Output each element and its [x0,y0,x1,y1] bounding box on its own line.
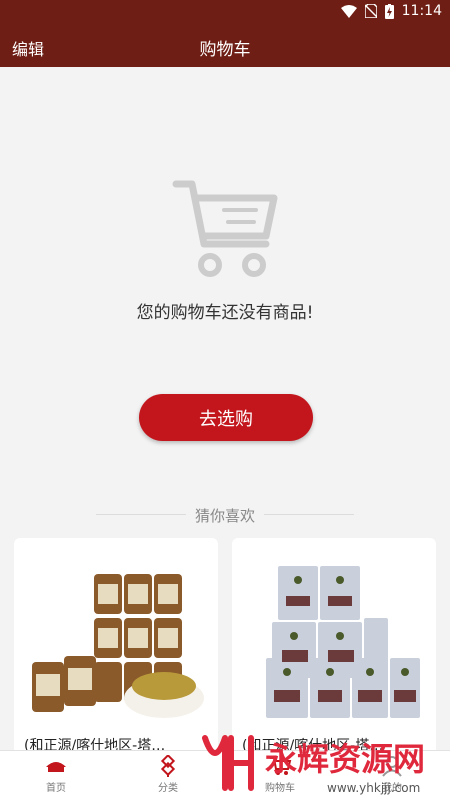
recommend-heading: 猜你喜欢 [0,505,450,525]
category-knot-icon [160,755,176,777]
status-bar: 11:14 [0,0,450,25]
empty-cart-icon [172,180,278,277]
home-icon [46,762,66,772]
wifi-icon [340,4,357,18]
battery-charging-icon [384,3,394,19]
watermark-url: www.yhkjjj.com [327,781,420,795]
no-sim-icon [364,4,377,18]
app-bar: 编辑 购物车 [0,25,450,67]
go-shopping-button[interactable]: 去选购 [139,394,313,441]
tab-home[interactable]: 首页 [16,755,96,794]
tab-home-label: 首页 [46,783,66,794]
product-image [32,574,204,718]
product-image [266,566,420,718]
page-title: 购物车 [199,40,251,60]
watermark-text: 永辉资源网 [265,740,425,778]
recommend-heading-label: 猜你喜欢 [194,507,255,525]
site-watermark: 永辉资源网 www.yhkjjj.com [202,735,425,795]
product-card[interactable]: (和正源/喀什地区-塔… [14,538,218,768]
empty-cart-message: 您的购物车还没有商品! [136,303,314,323]
status-time: 11:14 [401,3,442,19]
divider [264,514,354,515]
